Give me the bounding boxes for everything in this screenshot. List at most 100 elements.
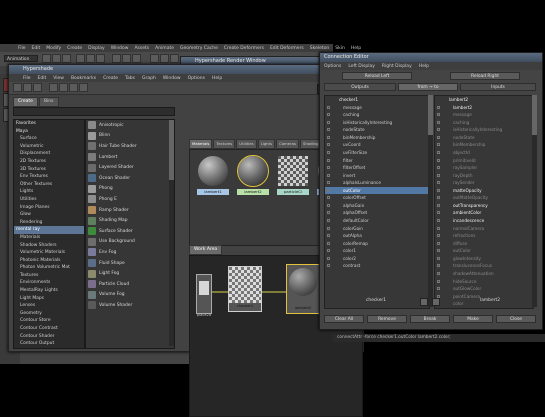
attribute-row-lambert2[interactable]: lambert2	[435, 104, 533, 112]
reload-right-button[interactable]: Reload Right	[450, 72, 520, 80]
attribute-row-uvfiltersize[interactable]: uvFilterSize	[325, 149, 429, 157]
tree-item-volumetric[interactable]: Volumetric	[14, 143, 84, 151]
tree-item-glow[interactable]: Glow	[14, 211, 84, 219]
snap-point-icon[interactable]	[132, 54, 141, 63]
toggle-create-bar-icon[interactable]	[13, 83, 22, 92]
node-list-scrollbar[interactable]	[169, 120, 174, 346]
menu-geometry-cache[interactable]: Geometry Cache	[180, 46, 218, 51]
show-bottom-tabs-icon[interactable]	[33, 83, 42, 92]
hypershade-menu-create[interactable]: Create	[103, 76, 118, 81]
connection-editor-menu-right-display[interactable]: Right Display	[382, 64, 412, 69]
tab-work-area[interactable]: Work Area	[189, 245, 223, 255]
menu-create-deformers[interactable]: Create Deformers	[224, 46, 264, 51]
attribute-row-glowintensity[interactable]: glowIntensity	[435, 255, 533, 263]
hypershade-menu-help[interactable]: Help	[212, 76, 222, 81]
tree-item-geometry[interactable]: Geometry	[14, 310, 84, 318]
tree-item-contour-contrast[interactable]: Contour Contrast	[14, 325, 84, 333]
tree-item-contour-shader[interactable]: Contour Shader	[14, 333, 84, 341]
hypershade-menu-graph[interactable]: Graph	[142, 76, 156, 81]
tree-item-photonic-materials[interactable]: Photonic Materials	[14, 257, 84, 265]
menu-skeleton[interactable]: Skeleton	[310, 46, 329, 51]
node-filter-field[interactable]	[13, 107, 175, 116]
attribute-row-color2[interactable]: color2	[325, 255, 429, 263]
clear-graph-icon[interactable]	[59, 83, 68, 92]
left-list-scrollbar[interactable]	[428, 95, 433, 307]
attribute-row-raysender[interactable]: raySender	[435, 179, 533, 187]
hypershade-menu-edit[interactable]: Edit	[38, 76, 47, 81]
node-type-particle-cloud[interactable]: Particle Cloud	[86, 279, 174, 290]
attribute-row-outalpha[interactable]: outAlpha	[325, 232, 429, 240]
node-type-fluid-shape[interactable]: Fluid Shape	[86, 258, 174, 269]
node-type-shading-map[interactable]: Shading Map	[86, 215, 174, 226]
connection-editor-menu-left-display[interactable]: Left Display	[348, 64, 374, 69]
tree-item-sample-compositing[interactable]: Sample Compositing	[14, 348, 84, 349]
menu-file[interactable]: File	[18, 46, 26, 51]
attribute-row-alphaisluminance[interactable]: alphaIsLuminance	[325, 179, 429, 187]
tree-item-mental-ray[interactable]: mental ray	[14, 226, 84, 234]
remove-button[interactable]: Remove	[367, 315, 407, 323]
attribute-row-nodestate[interactable]: nodeState	[325, 126, 429, 134]
connection-editor-title[interactable]: Connection Editor	[320, 53, 542, 62]
select-hierarchy-icon[interactable]	[76, 54, 85, 63]
node-type-volume-shader[interactable]: Volume Shader	[86, 300, 174, 311]
hypershade-menu-tabs[interactable]: Tabs	[125, 76, 135, 81]
attribute-row-outmatteopacity[interactable]: outMatteOpacity	[435, 194, 533, 202]
tree-item-lenses[interactable]: Lenses	[14, 302, 84, 310]
tree-item-mentalray-lights[interactable]: MentalRay Lights	[14, 287, 84, 295]
hypershade-menu-options[interactable]: Options	[188, 76, 205, 81]
tab-lights[interactable]: Lights	[257, 139, 276, 149]
material-swatch-lambert1[interactable]	[198, 156, 228, 186]
swap-right-arrow-icon[interactable]	[432, 298, 440, 306]
attribute-row-objectid[interactable]: objectId	[435, 149, 533, 157]
graph-materials-icon[interactable]	[49, 83, 58, 92]
close-button[interactable]: Close	[496, 315, 536, 323]
save-scene-icon[interactable]	[62, 54, 71, 63]
attribute-row-color1[interactable]: color1	[325, 247, 429, 255]
attribute-row-caching[interactable]: caching	[435, 119, 533, 127]
attribute-row-message[interactable]: message	[435, 111, 533, 119]
tree-item-contour-store[interactable]: Contour Store	[14, 317, 84, 325]
attribute-row-filteroffset[interactable]: filterOffset	[325, 164, 429, 172]
hypershade-menu-window[interactable]: Window	[163, 76, 181, 81]
attribute-row-uvcoord[interactable]: uvCoord	[325, 141, 429, 149]
mode-selector[interactable]: Animation	[4, 55, 38, 62]
attribute-row-primitiveid[interactable]: primitiveId	[435, 157, 533, 165]
attribute-row-binmembership[interactable]: binMembership	[325, 134, 429, 142]
hypershade-menu-file[interactable]: File	[23, 76, 31, 81]
lambert2-node[interactable]: lambert2	[286, 264, 320, 314]
attribute-row-outtransparency[interactable]: outTransparency	[435, 202, 533, 210]
node-type-anisotropic[interactable]: Anisotropic	[86, 120, 174, 131]
node-type-volume-fog[interactable]: Volume Fog	[86, 290, 174, 301]
tree-item-environments[interactable]: Environments	[14, 279, 84, 287]
tree-item-env-textures[interactable]: Env Textures	[14, 173, 84, 181]
attribute-row-refractions[interactable]: refractions	[435, 232, 533, 240]
node-type-env-fog[interactable]: Env Fog	[86, 247, 174, 258]
tab-utilities[interactable]: Utilities	[236, 139, 257, 149]
attribute-row-message[interactable]: message	[325, 104, 429, 112]
tree-item-contour-output[interactable]: Contour Output	[14, 340, 84, 348]
tree-item-textures[interactable]: Textures	[14, 272, 84, 280]
attribute-row-ambientcolor[interactable]: ambientColor	[435, 308, 533, 309]
tab-materials[interactable]: Materials	[189, 139, 213, 149]
menu-edit[interactable]: Edit	[32, 46, 41, 51]
rearrange-graph-icon[interactable]	[69, 83, 78, 92]
tree-item-lights[interactable]: Lights	[14, 188, 84, 196]
tab-bins[interactable]: Bins	[38, 97, 59, 107]
attribute-row-raydepth[interactable]: rayDepth	[435, 172, 533, 180]
attribute-row-coloroffset[interactable]: colorOffset	[325, 194, 429, 202]
tree-item-rendering[interactable]: Rendering	[14, 219, 84, 227]
tree-item-light-maps[interactable]: Light Maps	[14, 295, 84, 303]
tree-item-materials[interactable]: Materials	[14, 234, 84, 242]
reload-left-button[interactable]: Reload Left	[342, 72, 412, 80]
render-settings-icon[interactable]	[170, 54, 179, 63]
snap-curve-icon[interactable]	[122, 54, 131, 63]
material-swatch-lambert2[interactable]	[237, 155, 269, 187]
select-object-icon[interactable]	[86, 54, 95, 63]
menu-display[interactable]: Display	[88, 46, 105, 51]
tree-item-other-textures[interactable]: Other Textures	[14, 181, 84, 189]
tab-cameras[interactable]: Cameras	[276, 139, 299, 149]
attribute-row-translucencefocus[interactable]: translucenceFocus	[435, 262, 533, 270]
tab-textures[interactable]: Textures	[213, 139, 236, 149]
tree-item-shadow-shaders[interactable]: Shadow Shaders	[14, 242, 84, 250]
attribute-row-binmembership[interactable]: binMembership	[435, 141, 533, 149]
